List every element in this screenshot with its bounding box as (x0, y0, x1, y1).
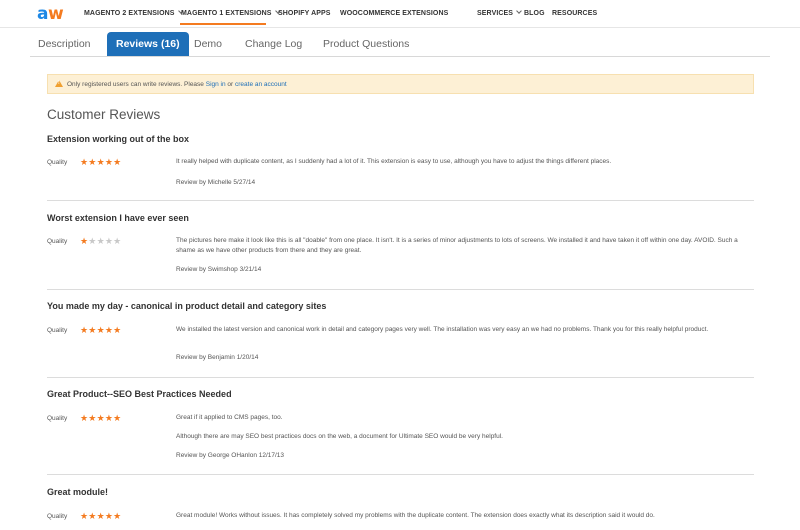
customer-reviews-title: Customer Reviews (47, 107, 161, 122)
star-filled-icon: ★ (96, 511, 105, 521)
review-author: Review by Benjamin 1/20/14 (176, 354, 259, 361)
star-filled-icon: ★ (88, 157, 97, 167)
review-title: You made my day - canonical in product d… (47, 301, 327, 311)
star-filled-icon: ★ (113, 413, 122, 423)
review-divider (47, 289, 754, 290)
review-title: Extension working out of the box (47, 134, 190, 144)
review-divider (47, 200, 754, 201)
star-filled-icon: ★ (113, 325, 122, 335)
product-tabs: Description Reviews (16) Demo Change Log… (30, 32, 770, 56)
rating-stars: ★★★★★ (80, 414, 121, 423)
review-text: It really helped with duplicate content,… (176, 158, 612, 165)
review-divider (47, 474, 754, 475)
aheadworks-logo[interactable]: aw (37, 5, 64, 23)
nav-shopify-apps[interactable]: SHOPIFY APPS (278, 9, 331, 18)
quality-label: Quality (47, 238, 68, 245)
review-text: We installed the latest version and cano… (176, 326, 709, 333)
nav-blog[interactable]: BLOG (524, 9, 545, 18)
nav-resources[interactable]: RESOURCES (552, 9, 597, 18)
nav-active-indicator (180, 23, 266, 25)
star-filled-icon: ★ (96, 325, 105, 335)
tab-demo[interactable]: Demo (194, 32, 222, 56)
star-filled-icon: ★ (88, 413, 97, 423)
tab-change-log[interactable]: Change Log (245, 32, 302, 56)
quality-label: Quality (47, 415, 68, 422)
nav-services[interactable]: SERVICES (477, 8, 522, 18)
notice-text: Only registered users can write reviews.… (67, 81, 287, 88)
star-empty-icon: ★ (88, 236, 97, 246)
star-filled-icon: ★ (113, 157, 122, 167)
star-filled-icon: ★ (104, 157, 114, 167)
quality-label: Quality (47, 513, 68, 520)
rating-stars: ★★★★★ (80, 326, 121, 335)
tab-description[interactable]: Description (38, 32, 91, 56)
star-filled-icon: ★ (96, 413, 105, 423)
star-empty-icon: ★ (113, 236, 122, 246)
quality-label: Quality (47, 159, 68, 166)
rating-stars: ★★★★★ (80, 237, 121, 246)
top-navigation: aw MAGENTO 2 EXTENSIONS MAGENTO 1 EXTENS… (0, 0, 800, 28)
star-empty-icon: ★ (96, 236, 105, 246)
review-author: Review by Michelle 5/27/14 (176, 179, 256, 186)
review-author: Review by Swimshop 3/21/14 (176, 266, 262, 273)
nav-woocommerce-extensions[interactable]: WOOCOMMERCE EXTENSIONS (340, 9, 448, 18)
star-filled-icon: ★ (88, 511, 97, 521)
review-text: Great module! Works without issues. It h… (176, 512, 655, 519)
create-account-link[interactable]: create an account (235, 81, 287, 88)
rating-stars: ★★★★★ (80, 512, 121, 521)
tabs-divider (30, 56, 770, 57)
star-filled-icon: ★ (113, 511, 122, 521)
star-filled-icon: ★ (104, 413, 114, 423)
sign-in-link[interactable]: Sign in (206, 81, 226, 88)
star-filled-icon: ★ (96, 157, 105, 167)
star-filled-icon: ★ (104, 511, 114, 521)
review-divider (47, 377, 754, 378)
rating-stars: ★★★★★ (80, 158, 121, 167)
review-title: Great module! (47, 487, 109, 497)
review-text: The pictures here make it look like this… (176, 237, 738, 254)
review-title: Great Product--SEO Best Practices Needed (47, 389, 232, 399)
warning-icon (55, 80, 63, 87)
quality-label: Quality (47, 327, 68, 334)
star-empty-icon: ★ (104, 236, 114, 246)
review-title: Worst extension I have ever seen (47, 213, 189, 223)
nav-magento1-extensions[interactable]: MAGENTO 1 EXTENSIONS (181, 8, 281, 18)
review-text: Although there are may SEO best practice… (176, 433, 503, 440)
chevron-down-icon (516, 8, 522, 14)
login-notice: Only registered users can write reviews.… (47, 74, 754, 94)
review-author: Review by George OHanlon 12/17/13 (176, 452, 285, 459)
star-filled-icon: ★ (88, 325, 97, 335)
tab-product-questions[interactable]: Product Questions (323, 32, 409, 56)
review-text: Great if it applied to CMS pages, too. (176, 414, 283, 421)
star-filled-icon: ★ (104, 325, 114, 335)
nav-magento2-extensions[interactable]: MAGENTO 2 EXTENSIONS (84, 8, 184, 18)
tab-reviews[interactable]: Reviews (16) (107, 32, 189, 56)
